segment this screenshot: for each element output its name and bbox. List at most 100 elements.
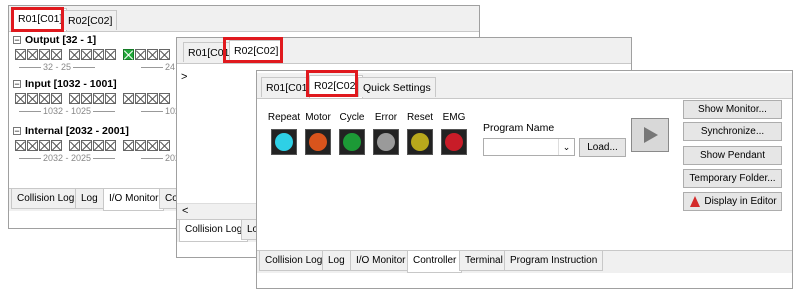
tab-terminal[interactable]: Terminal (459, 251, 509, 271)
tab-collision-log[interactable]: Collision Log (179, 220, 249, 242)
group-internal-header[interactable]: − Internal [2032 - 2001] (13, 125, 129, 137)
bit-cell[interactable] (123, 140, 134, 151)
tab-r01-c01[interactable]: R01[C01] (13, 8, 68, 31)
tab-collision-log[interactable]: Collision Log (11, 189, 81, 209)
bit-group (15, 140, 63, 151)
bit-cell[interactable] (27, 140, 38, 151)
tab-r02-c02[interactable]: R02[C02] (309, 75, 364, 98)
bit-cell[interactable] (159, 93, 170, 104)
scroll-left-icon[interactable]: < (182, 205, 188, 217)
tab-quick-settings[interactable]: Quick Settings (358, 77, 436, 97)
lamp-label-motor: Motor (305, 112, 331, 123)
tab-controller[interactable]: Controller (407, 251, 463, 273)
bit-cell[interactable] (81, 140, 92, 151)
play-icon (644, 127, 658, 143)
bit-cell[interactable] (15, 93, 26, 104)
bit-cell[interactable] (159, 49, 170, 60)
temporary-folder-button[interactable]: Temporary Folder... (683, 169, 782, 188)
bit-group (15, 93, 63, 104)
bit-group (69, 140, 117, 151)
tab-log[interactable]: Log (322, 251, 351, 271)
chevron-down-icon[interactable]: ⌄ (558, 139, 574, 155)
bit-cell[interactable] (93, 49, 104, 60)
group-input-title: Input [1032 - 1001] (25, 78, 117, 90)
display-in-editor-label: Display in Editor (704, 196, 777, 207)
range-text: 1032 - 1025 (43, 106, 92, 116)
bit-cell[interactable] (93, 93, 104, 104)
group-input-header[interactable]: − Input [1032 - 1001] (13, 78, 117, 90)
reset-lamp-light (411, 133, 429, 151)
display-in-editor-button[interactable]: Display in Editor (683, 192, 782, 211)
bit-cell[interactable] (81, 93, 92, 104)
controller-tabbar: R01[C01] R02[C02] Quick Settings (257, 73, 792, 99)
tab-io-monitor[interactable]: I/O Monitor (103, 189, 165, 211)
bit-group (123, 49, 171, 60)
cycle-lamp (339, 129, 365, 155)
program-name-select[interactable]: ⌄ (483, 138, 575, 156)
bit-cell[interactable] (135, 49, 146, 60)
tab-log[interactable]: Log (75, 189, 104, 209)
lamp-label-reset: Reset (406, 112, 434, 123)
terminal-prompt: > (181, 71, 188, 83)
tab-r02-c02[interactable]: R02[C02] (229, 40, 284, 63)
bit-group (15, 49, 63, 60)
bit-cell[interactable] (51, 93, 62, 104)
tab-program-instruction[interactable]: Program Instruction (504, 251, 604, 271)
bit-cell[interactable] (51, 49, 62, 60)
tab-r01-c01[interactable]: R01[C01] (261, 77, 316, 97)
program-name-label: Program Name (483, 122, 555, 134)
repeat-lamp (271, 129, 297, 155)
motor-lamp-light (309, 133, 327, 151)
bit-cell[interactable] (135, 93, 146, 104)
error-lamp-light (377, 133, 395, 151)
bit-cell[interactable] (147, 93, 158, 104)
bit-cell[interactable] (27, 49, 38, 60)
tab-collision-log[interactable]: Collision Log (259, 251, 329, 271)
bit-cell-on[interactable] (123, 49, 134, 60)
bit-cell[interactable] (105, 140, 116, 151)
terminal-tabbar: R01[C01] R02[C02] (177, 38, 631, 64)
bit-cell[interactable] (27, 93, 38, 104)
collapse-icon[interactable]: − (13, 36, 21, 45)
tab-io-monitor[interactable]: I/O Monitor (350, 251, 412, 271)
bit-cell[interactable] (135, 140, 146, 151)
bit-cell[interactable] (15, 140, 26, 151)
synchronize-button[interactable]: Synchronize... (683, 122, 782, 141)
show-pendant-button[interactable]: Show Pendant (683, 146, 782, 165)
controller-bottom-tabs: Collision Log Log I/O Monitor Controller… (257, 250, 792, 273)
group-output-title: Output [32 - 1] (25, 34, 97, 46)
bit-cell[interactable] (51, 140, 62, 151)
group-internal-title: Internal [2032 - 2001] (25, 125, 129, 137)
show-monitor-button[interactable]: Show Monitor... (683, 100, 782, 119)
collapse-icon[interactable]: − (13, 127, 21, 136)
bit-cell[interactable] (93, 140, 104, 151)
bit-cell[interactable] (81, 49, 92, 60)
load-button[interactable]: Load... (579, 138, 626, 157)
internal-bit-row (15, 140, 171, 151)
bit-cell[interactable] (39, 93, 50, 104)
input-range-label: 1032 - 1025 (17, 106, 117, 116)
bit-group (123, 140, 171, 151)
io-monitor-tabbar: R01[C01] R02[C02] (9, 6, 479, 32)
input-bit-row (15, 93, 171, 104)
bit-cell[interactable] (39, 140, 50, 151)
run-program-button[interactable] (631, 118, 669, 152)
bit-cell[interactable] (69, 93, 80, 104)
bit-cell[interactable] (105, 93, 116, 104)
bit-cell[interactable] (69, 49, 80, 60)
range-text: 32 - 25 (43, 62, 72, 72)
bit-cell[interactable] (123, 93, 134, 104)
tab-r02-c02[interactable]: R02[C02] (63, 10, 118, 30)
bit-cell[interactable] (105, 49, 116, 60)
group-output-header[interactable]: − Output [32 - 1] (13, 34, 96, 46)
output-bit-row (15, 49, 171, 60)
bit-cell[interactable] (147, 49, 158, 60)
bit-cell[interactable] (69, 140, 80, 151)
bit-cell[interactable] (159, 140, 170, 151)
internal-range-label: 2032 - 2025 (17, 153, 117, 163)
bit-cell[interactable] (39, 49, 50, 60)
bit-cell[interactable] (147, 140, 158, 151)
bit-cell[interactable] (15, 49, 26, 60)
collapse-icon[interactable]: − (13, 80, 21, 89)
editor-logo-icon (690, 196, 700, 207)
